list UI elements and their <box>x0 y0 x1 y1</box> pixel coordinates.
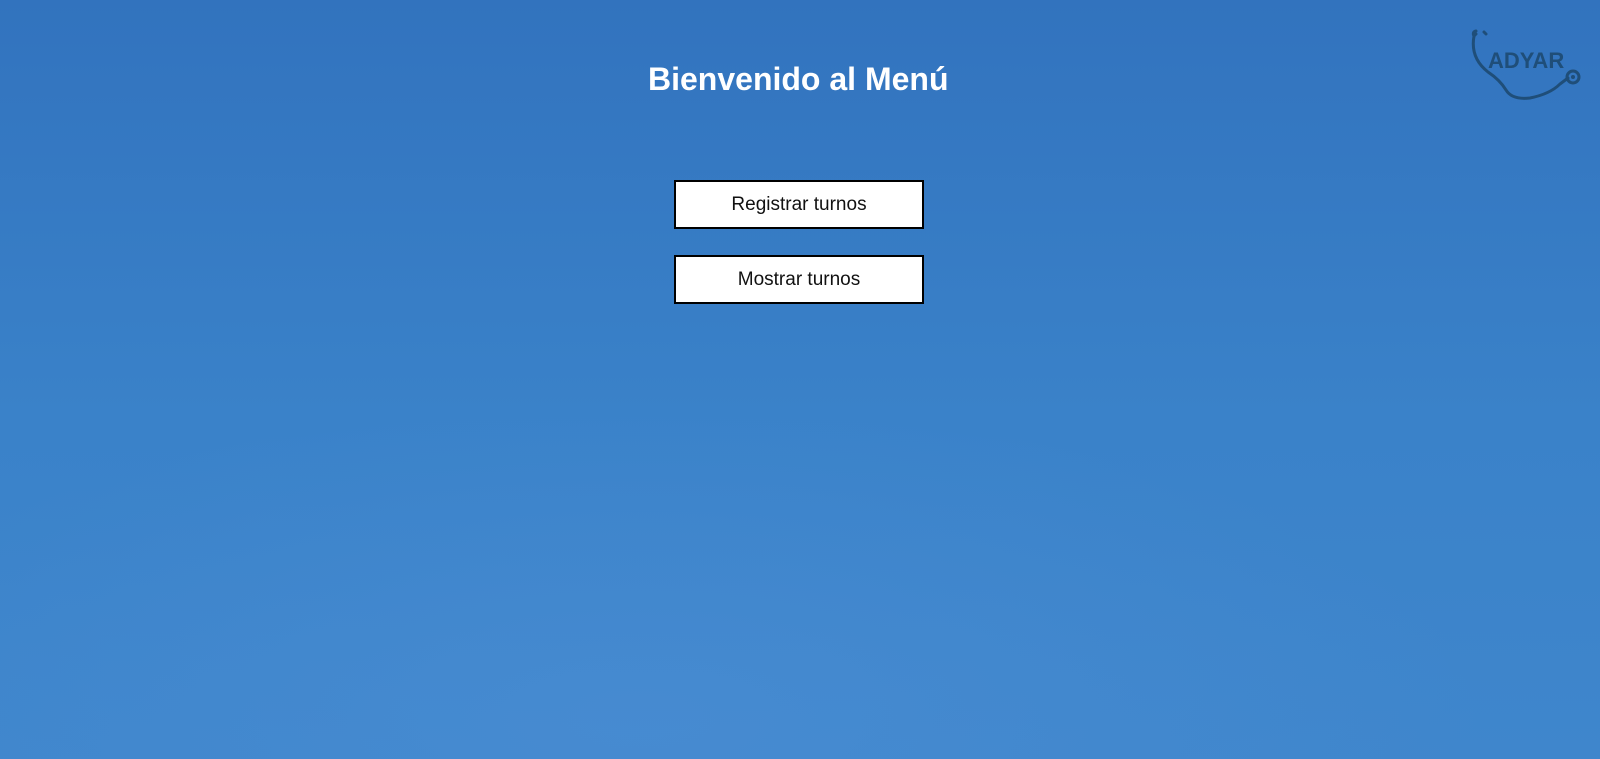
show-appointments-button[interactable]: Mostrar turnos <box>674 255 924 304</box>
svg-text:ADYAR: ADYAR <box>1488 48 1564 73</box>
page-title-text: Bienvenido al Menú <box>648 61 949 97</box>
brand-logo: ADYAR <box>1470 28 1590 104</box>
stethoscope-icon: ADYAR <box>1471 29 1581 100</box>
register-appointments-button[interactable]: Registrar turnos <box>674 180 924 229</box>
